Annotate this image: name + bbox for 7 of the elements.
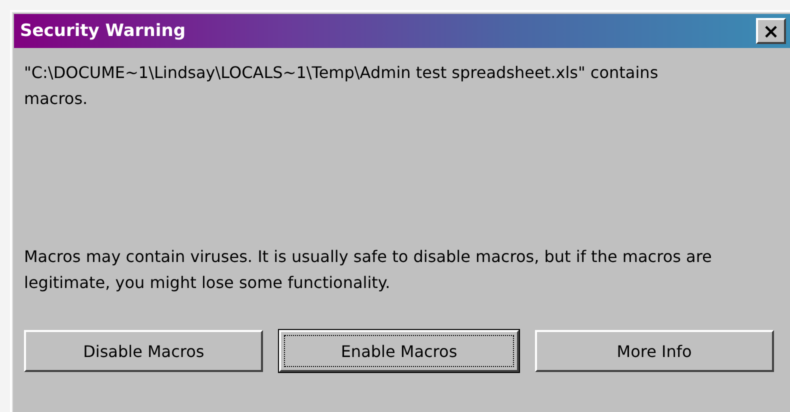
window-title: Security Warning bbox=[20, 21, 186, 41]
warning-text: Macros may contain viruses. It is usually safe to disable macros, but if the macros are legitimate, you might lose some functionality. bbox=[24, 246, 713, 294]
dialog-button[interactable]: More Info bbox=[534, 330, 774, 372]
message-text: "C:\DOCUME~1\Lindsay\LOCALS~1\Temp\Admin test spreadsheet.xls" contains macros. bbox=[24, 62, 660, 110]
dialog-button[interactable]: Disable Macros bbox=[24, 330, 264, 372]
close-button[interactable]: × bbox=[756, 18, 786, 44]
dialog-button[interactable]: Enable Macros bbox=[279, 330, 519, 372]
